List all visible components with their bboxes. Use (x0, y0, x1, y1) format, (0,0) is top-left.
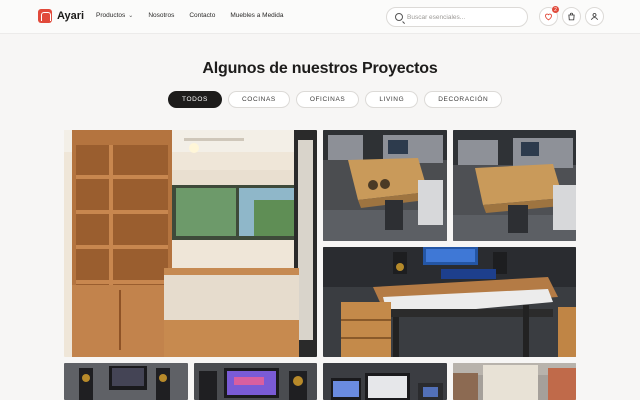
logo-mark-icon (38, 9, 52, 23)
favorites-button[interactable]: 2 (539, 6, 559, 26)
nav-item-nosotros[interactable]: Nosotros (148, 12, 174, 19)
project-photo (323, 363, 447, 400)
bag-icon (568, 12, 575, 21)
project-image-wood-study-room[interactable] (64, 130, 317, 357)
project-photo (64, 363, 188, 400)
favorites-count-badge: 2 (552, 6, 559, 13)
category-filters: TODOS COCINAS OFICINAS LIVING DECORACIÓN (168, 91, 503, 108)
search-box[interactable] (386, 7, 528, 27)
cart-button[interactable] (562, 7, 581, 26)
nav-item-contacto[interactable]: Contacto (189, 12, 215, 19)
nav-item-label: Muebles a Medida (230, 12, 284, 19)
project-image-studio-speakers[interactable] (64, 363, 188, 400)
nav-item-label: Nosotros (148, 12, 175, 19)
chevron-down-icon: ⌄ (128, 13, 134, 19)
heart-icon (545, 13, 552, 21)
project-image-coffee-table-side[interactable] (453, 130, 576, 241)
brand-logo[interactable]: Ayari (38, 9, 84, 23)
search-icon (395, 13, 403, 21)
project-photo (64, 130, 317, 357)
project-photo (323, 247, 576, 357)
search-input[interactable] (407, 13, 517, 21)
nav-item-muebles-a-medida[interactable]: Muebles a Medida (230, 12, 283, 19)
project-image-coffee-table-top[interactable] (323, 130, 447, 241)
filter-chip-todos[interactable]: TODOS (168, 91, 222, 108)
account-button[interactable] (585, 7, 604, 26)
project-image-piano-desk[interactable] (323, 247, 576, 357)
filter-chip-decoracion[interactable]: DECORACIÓN (424, 91, 503, 108)
main-nav: Productos ⌄ Nosotros Contacto Muebles a … (96, 12, 283, 19)
page-title: Algunos de nuestros Proyectos (202, 60, 438, 77)
project-image-desk-screens[interactable] (323, 363, 447, 400)
user-icon (591, 13, 598, 21)
project-image-stone-wall[interactable] (453, 363, 576, 400)
nav-item-productos[interactable]: Productos ⌄ (96, 12, 133, 19)
nav-item-label: Contacto (189, 12, 216, 19)
filter-chip-living[interactable]: LIVING (365, 91, 419, 108)
filter-chip-cocinas[interactable]: COCINAS (228, 91, 290, 108)
site-header: Ayari Productos ⌄ Nosotros Contacto Mueb… (0, 0, 640, 34)
filter-chip-oficinas[interactable]: OFICINAS (295, 91, 360, 108)
project-image-studio-monitor[interactable] (194, 363, 317, 400)
nav-item-label: Productos (96, 12, 126, 19)
project-photo (453, 130, 576, 241)
brand-name: Ayari (57, 10, 85, 22)
project-photo (323, 130, 447, 241)
project-photo (194, 363, 317, 400)
project-photo (453, 363, 576, 400)
